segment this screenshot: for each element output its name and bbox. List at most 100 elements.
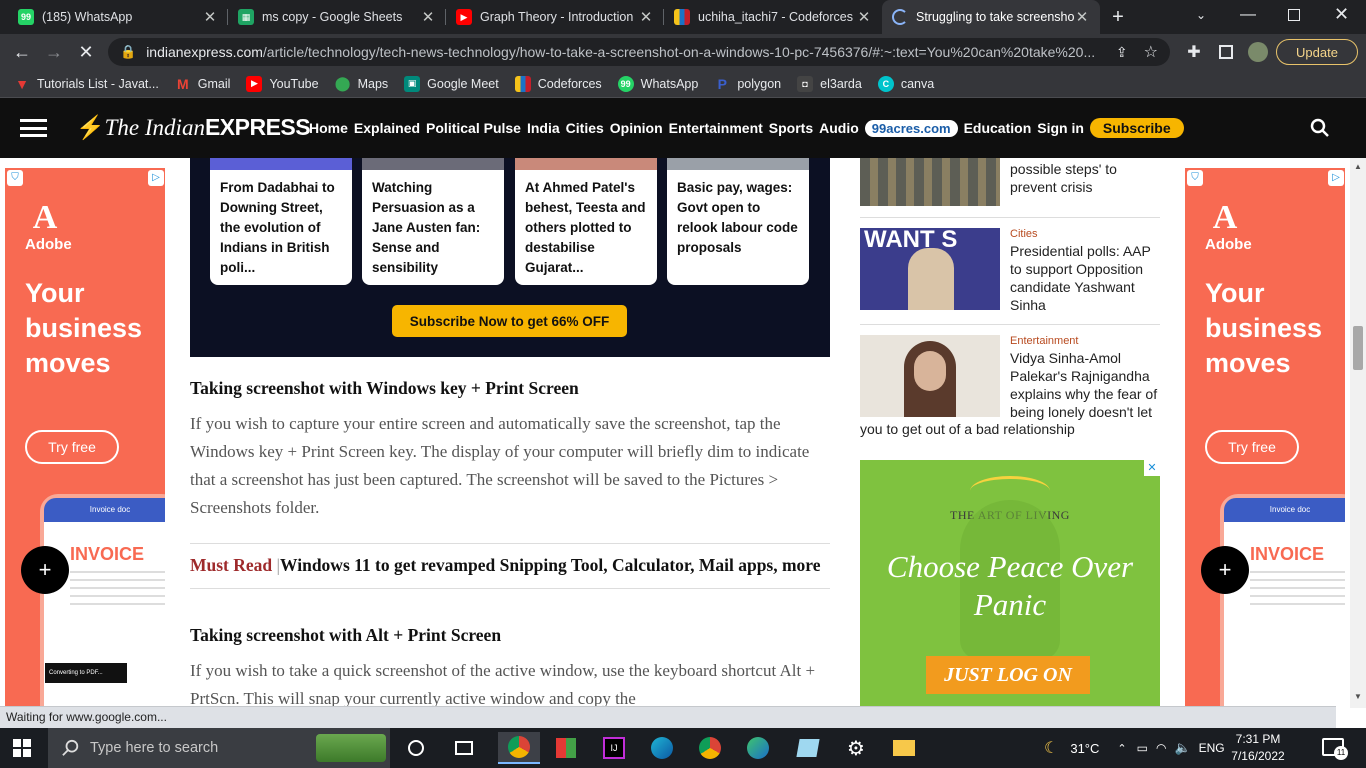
plus-button[interactable]: + (21, 546, 69, 594)
promo-card[interactable]: Basic pay, wages: Govt open to relook la… (667, 170, 809, 285)
nav-cities[interactable]: Cities (566, 120, 604, 136)
bookmark-youtube[interactable]: ▶ YouTube (246, 75, 319, 92)
search-icon[interactable] (1310, 118, 1330, 138)
profile-avatar[interactable] (1242, 34, 1274, 70)
close-icon[interactable]: ✕ (638, 8, 654, 26)
volume-icon[interactable]: 🔈 (1174, 740, 1190, 756)
edge-dev-icon[interactable] (742, 732, 774, 764)
close-icon[interactable]: ✕ (1074, 8, 1090, 26)
nav-audio[interactable]: Audio (819, 120, 859, 136)
try-free-button[interactable]: Try free (25, 430, 119, 464)
promo-card[interactable]: At Ahmed Patel's behest, Teesta and othe… (515, 170, 657, 285)
tab-google-sheets[interactable]: ▦ ms copy - Google Sheets ✕ (228, 0, 446, 34)
nav-political-pulse[interactable]: Political Pulse (426, 120, 521, 136)
nav-sign-in[interactable]: Sign in (1037, 120, 1084, 136)
battery-icon[interactable]: ▭ (1137, 741, 1148, 755)
promo-card[interactable]: Watching Persuasion as a Jane Austen fan… (362, 170, 504, 285)
nav-entertainment[interactable]: Entertainment (669, 120, 763, 136)
tab-whatsapp[interactable]: 99 (185) WhatsApp ✕ (8, 0, 228, 34)
nav-subscribe-button[interactable]: Subscribe (1089, 118, 1184, 138)
adobe-ad-left[interactable]: A Adobe Your business moves Try free Invo… (5, 168, 165, 706)
story-category[interactable]: Entertainment (1010, 335, 1078, 347)
bookmark-canva[interactable]: Ccanva (877, 75, 934, 92)
weather-moon-icon[interactable]: ☾ (1044, 738, 1058, 758)
side-panel-icon[interactable] (1210, 34, 1242, 70)
close-window-button[interactable]: ✕ (1334, 4, 1349, 25)
bookmark-star-icon[interactable]: ☆ (1144, 42, 1158, 62)
restore-button[interactable] (1288, 9, 1300, 21)
nav-education[interactable]: Education (964, 120, 1032, 136)
subscribe-now-button[interactable]: Subscribe Now to get 66% OFF (392, 305, 627, 337)
taskbar-clock[interactable]: 7:31 PM 7/16/2022 (1228, 731, 1288, 765)
sidebar-story[interactable]: possible steps' to prevent crisis (860, 158, 1160, 208)
close-icon[interactable]: ✕ (202, 8, 218, 26)
intellij-icon[interactable]: IJ (598, 732, 630, 764)
bookmark-gmail[interactable]: M Gmail (175, 76, 231, 92)
back-button[interactable]: ← (6, 34, 38, 70)
tray-chevron-icon[interactable]: ⌃ (1117, 742, 1126, 755)
taskbar-search[interactable]: Type here to search (48, 728, 390, 768)
share-icon[interactable]: ⇪ (1116, 44, 1128, 61)
bookmark-javatpoint[interactable]: ▼ Tutorials List - Javat... (14, 76, 159, 92)
update-button[interactable]: Update (1276, 39, 1358, 65)
art-of-living-ad[interactable]: THE ART OF LIVING Choose Peace Over Pani… (860, 460, 1160, 706)
tab-search-icon[interactable]: ⌄ (1196, 8, 1206, 22)
sidebar-story[interactable]: WANT S Cities Presidential polls: AAP to… (860, 228, 1160, 318)
ad-info-icon[interactable]: ⛉ (1187, 170, 1203, 186)
close-icon[interactable]: ✕ (856, 8, 872, 26)
file-manager-icon[interactable] (550, 732, 582, 764)
wifi-icon[interactable]: ◠ (1156, 741, 1166, 755)
close-icon[interactable]: ✕ (420, 8, 436, 26)
must-read-link[interactable]: Windows 11 to get revamped Snipping Tool… (280, 555, 820, 575)
tab-codeforces[interactable]: uchiha_itachi7 - Codeforces ✕ (664, 0, 882, 34)
edge-icon[interactable] (646, 732, 678, 764)
adchoices-icon[interactable]: ▷ (1328, 170, 1344, 186)
adobe-ad-right[interactable]: A Adobe Your business moves Try free Invo… (1185, 168, 1345, 706)
tab-youtube[interactable]: ▶ Graph Theory - Introduction ✕ (446, 0, 664, 34)
bookmark-polygon[interactable]: Ppolygon (714, 76, 781, 92)
bookmark-whatsapp[interactable]: 99 WhatsApp (617, 75, 698, 92)
nav-home[interactable]: Home (309, 120, 348, 136)
notepad-icon[interactable] (792, 732, 824, 764)
nav-india[interactable]: India (527, 120, 560, 136)
hamburger-menu-icon[interactable] (20, 119, 47, 137)
site-logo[interactable]: ⚡The IndianEXPRESS (76, 114, 311, 141)
temperature[interactable]: 31°C (1070, 741, 1099, 756)
minimize-button[interactable]: — (1240, 6, 1256, 24)
try-free-button[interactable]: Try free (1205, 430, 1299, 464)
chrome-icon[interactable] (694, 732, 726, 764)
language-indicator[interactable]: ENG (1199, 741, 1225, 755)
plus-button[interactable]: + (1201, 546, 1249, 594)
file-explorer-icon[interactable] (888, 732, 920, 764)
nav-99acres[interactable]: 99acres.com (864, 119, 958, 137)
address-bar[interactable]: 🔒 indianexpress.com/article/technology/t… (108, 38, 1170, 66)
chrome-taskbar-icon[interactable] (498, 732, 540, 764)
scrollbar-thumb[interactable] (1353, 326, 1363, 370)
forward-button[interactable]: → (38, 34, 70, 70)
sidebar-story[interactable]: Entertainment Vidya Sinha-Amol Palekar's… (860, 335, 1160, 435)
just-log-on-button[interactable]: JUST LOG ON (926, 656, 1090, 694)
bookmark-maps[interactable]: ⬤ Maps (335, 75, 388, 92)
bookmark-codeforces[interactable]: Codeforces (514, 75, 602, 92)
must-read-box[interactable]: Must Read |Windows 11 to get revamped Sn… (190, 543, 830, 589)
promo-card[interactable]: From Dadabhai to Downing Street, the evo… (210, 170, 352, 285)
adchoices-icon[interactable]: ▷ (148, 170, 164, 186)
nav-explained[interactable]: Explained (354, 120, 420, 136)
task-view-icon[interactable] (400, 732, 432, 764)
ad-close-icon[interactable]: ✕ (1144, 460, 1160, 476)
new-tab-button[interactable]: + (1108, 7, 1128, 27)
ad-info-icon[interactable]: ⛉ (7, 170, 23, 186)
bookmark-el3arda[interactable]: ◘ el3arda (797, 75, 862, 92)
nav-opinion[interactable]: Opinion (610, 120, 663, 136)
notification-center-icon[interactable]: 11 (1322, 738, 1348, 760)
nav-sports[interactable]: Sports (769, 120, 813, 136)
vertical-scrollbar[interactable]: ▲ ▼ (1350, 158, 1366, 708)
bookmark-google-meet[interactable]: ▣ Google Meet (404, 75, 499, 92)
story-category[interactable]: Cities (1010, 228, 1038, 240)
settings-gear-icon[interactable]: ⚙ (840, 732, 872, 764)
windows-start-icon[interactable] (6, 732, 38, 764)
extensions-icon[interactable]: ✚ (1178, 34, 1210, 70)
tab-active-article[interactable]: Struggling to take screensho ✕ (882, 0, 1100, 34)
widgets-icon[interactable] (448, 732, 480, 764)
stop-button[interactable]: ✕ (70, 34, 102, 70)
